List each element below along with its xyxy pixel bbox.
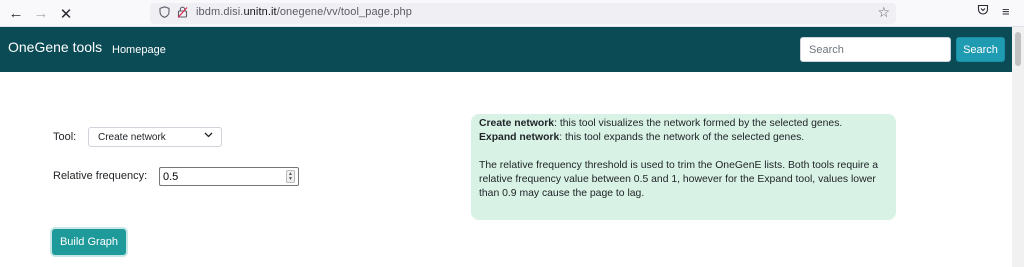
tool-select-value: Create network (98, 132, 166, 143)
build-graph-button[interactable]: Build Graph (52, 229, 126, 255)
tool-select[interactable]: Create network (88, 127, 222, 147)
close-icon: ✕ (59, 5, 73, 23)
chevron-down-icon (204, 130, 213, 142)
hamburger-menu-icon[interactable]: ≡ (1002, 4, 1010, 19)
navbar: OneGene tools Homepage Search (0, 27, 1024, 72)
back-button[interactable]: ← (6, 4, 26, 23)
frequency-label: Relative frequency: (53, 170, 148, 182)
frequency-value: 0.5 (163, 171, 179, 183)
arrow-right-icon: → (33, 5, 49, 22)
frequency-input[interactable]: 0.5 ▲ ▼ (159, 167, 299, 186)
number-spinner-icon[interactable]: ▲ ▼ (286, 170, 295, 183)
search-button[interactable]: Search (956, 37, 1005, 62)
search-input[interactable] (800, 37, 951, 62)
shield-icon[interactable] (159, 6, 170, 21)
create-network-description: Create network: this tool visualizes the… (479, 118, 843, 129)
expand-network-description: Expand network: this tool expands the ne… (479, 132, 805, 143)
browser-toolbar: ← → ✕ ibdm.disi.unitn.it/onegene/vv/tool… (0, 0, 1024, 27)
pocket-icon[interactable] (977, 4, 989, 19)
url-text: ibdm.disi.unitn.it/onegene/vv/tool_page.… (196, 6, 412, 18)
bookmark-star-icon[interactable]: ☆ (877, 4, 890, 21)
stop-button[interactable]: ✕ (56, 4, 76, 23)
lock-warning-icon[interactable] (177, 6, 188, 21)
homepage-link[interactable]: Homepage (112, 44, 166, 56)
tool-label: Tool: (53, 131, 77, 143)
threshold-note-line-3: than 0.9 may cause the page to lag. (479, 188, 645, 199)
arrow-left-icon: ← (8, 5, 24, 22)
forward-button[interactable]: → (31, 4, 51, 23)
threshold-note-line-1: The relative frequency threshold is used… (479, 160, 879, 171)
threshold-note-line-2: relative frequency value between 0.5 and… (479, 174, 876, 185)
brand-logo[interactable]: OneGene tools (8, 39, 102, 55)
scrollbar-thumb[interactable] (1015, 32, 1021, 66)
info-panel: Create network: this tool visualizes the… (471, 114, 896, 220)
url-bar[interactable]: ibdm.disi.unitn.it/onegene/vv/tool_page.… (150, 3, 896, 24)
